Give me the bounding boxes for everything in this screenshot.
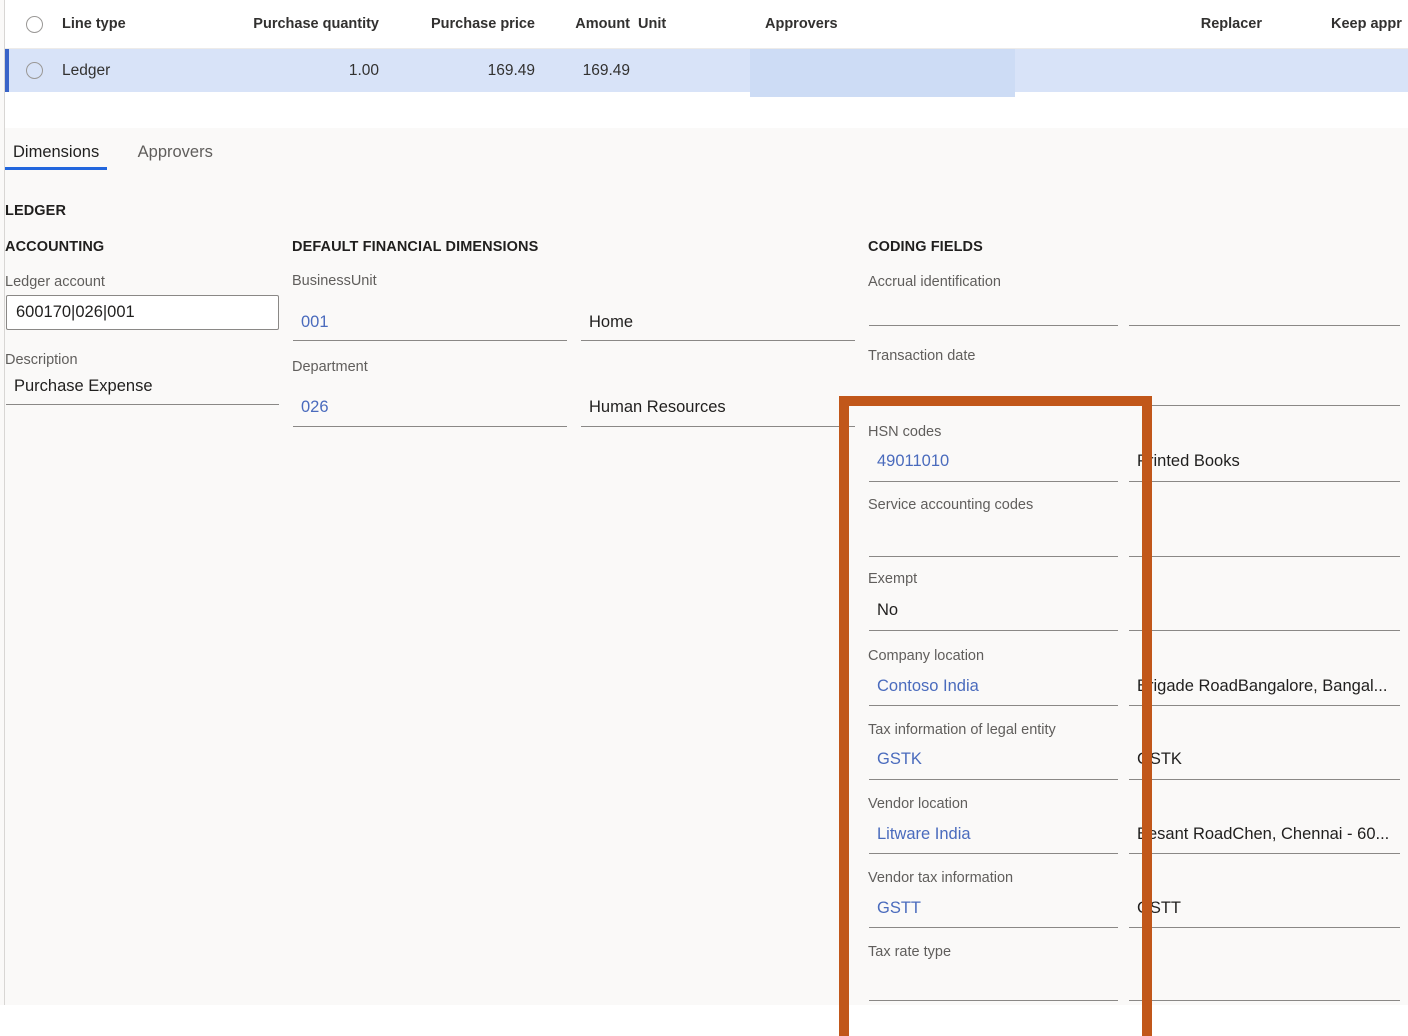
row-column-shade [750,49,1015,97]
transaction-date-secondary-underline [1129,405,1400,406]
label-tax-rate-type: Tax rate type [868,944,952,960]
cell-line-type[interactable]: Ledger [62,49,110,92]
description-value[interactable]: Purchase Expense [14,377,274,396]
company-location-value[interactable]: Contoso India [877,677,1109,696]
label-transaction-date: Transaction date [868,348,976,364]
column-header-keep-approver[interactable]: Keep appr [1331,0,1402,48]
column-header-purchase-quantity[interactable]: Purchase quantity [185,0,379,48]
column-header-approvers[interactable]: Approvers [765,0,838,48]
department-name-value[interactable]: Human Resources [589,398,844,417]
column-header-amount[interactable]: Amount [505,0,630,48]
cell-purchase-quantity[interactable]: 1.00 [185,49,379,92]
vendor-location-secondary-underline [1129,853,1400,854]
column-header-line-type[interactable]: Line type [62,0,126,48]
label-ledger-account: Ledger account [5,274,105,290]
hsn-codes-secondary-value[interactable]: Printed Books [1137,452,1399,471]
tax-information-of-legal-entity-secondary-underline [1129,779,1400,780]
businessunit-code-underline [293,340,567,341]
section-coding-fields-caption: CODING FIELDS [868,239,983,255]
department-name-underline [581,426,855,427]
tax-rate-type-secondary-underline [1129,1000,1400,1001]
transaction-date-underline [869,405,1118,406]
vendor-tax-information-underline [869,927,1118,928]
cell-replacer[interactable] [1155,49,1262,92]
exempt-secondary-underline [1129,630,1400,631]
label-department: Department [292,359,368,375]
vendor-location-underline [869,853,1118,854]
detail-tabstrip[interactable]: Dimensions Approvers [5,143,239,183]
vendor-tax-information-value[interactable]: GSTT [877,899,1109,918]
vendor-location-secondary-value[interactable]: Besant RoadChen, Chennai - 60... [1137,825,1405,844]
tax-information-of-legal-entity-value[interactable]: GSTK [877,750,1109,769]
label-description: Description [5,352,78,368]
record-caption-ledger: LEDGER [5,203,67,219]
label-vendor-location: Vendor location [868,796,968,812]
label-exempt: Exempt [868,571,918,587]
tax-information-of-legal-entity-underline [869,779,1118,780]
tax-rate-type-underline [869,1000,1118,1001]
hsn-codes-value[interactable]: 49011010 [877,452,1109,471]
section-default-financial-dimensions-caption: DEFAULT FINANCIAL DIMENSIONS [292,239,539,255]
exempt-value[interactable]: No [877,601,1109,620]
label-businessunit: BusinessUnit [292,273,377,289]
column-header-unit[interactable]: Unit [638,0,666,48]
exempt-underline [869,630,1118,631]
table-row[interactable]: Ledger 1.00 169.49 169.49 [5,49,1408,97]
department-code-underline [293,426,567,427]
row-select-radio-icon[interactable] [26,62,43,79]
label-service-accounting-codes: Service accounting codes [868,497,1034,513]
label-vendor-tax-information: Vendor tax information [868,870,1014,886]
department-code-value[interactable]: 026 [301,398,556,417]
tab-dimensions[interactable]: Dimensions [5,143,108,170]
vendor-location-value[interactable]: Litware India [877,825,1109,844]
tax-information-of-legal-entity-secondary-value[interactable]: GSTK [1137,750,1399,769]
row-selection-accent [5,49,9,92]
company-location-secondary-underline [1129,705,1400,706]
businessunit-code-value[interactable]: 001 [301,313,556,332]
tab-approvers[interactable]: Approvers [130,143,221,170]
hsn-codes-underline [869,481,1118,482]
cell-amount[interactable]: 169.49 [500,49,630,92]
purchase-order-line-details-page: Line type Purchase quantity Purchase pri… [0,0,1408,1036]
service-accounting-codes-secondary-underline [1129,556,1400,557]
purchase-lines-grid[interactable]: Line type Purchase quantity Purchase pri… [5,0,1408,128]
label-tax-information-of-legal-entity: Tax information of legal entity [868,722,1056,738]
businessunit-name-value[interactable]: Home [589,313,844,332]
accrual-identification-underline [869,325,1118,326]
vendor-tax-information-secondary-underline [1129,927,1400,928]
ledger-account-input[interactable]: 600170|026|001 [6,295,279,330]
label-hsn-codes: HSN codes [868,424,942,440]
businessunit-name-underline [581,340,855,341]
grid-header-row: Line type Purchase quantity Purchase pri… [5,0,1408,49]
hsn-codes-secondary-underline [1129,481,1400,482]
section-accounting-caption: ACCOUNTING [5,239,105,255]
highlight-rectangle-annotation [839,396,1152,1036]
service-accounting-codes-underline [869,556,1118,557]
label-accrual-identification: Accrual identification [868,274,1001,290]
accrual-identification-secondary-underline [1129,325,1400,326]
vendor-tax-information-secondary-value[interactable]: GSTT [1137,899,1399,918]
column-header-replacer[interactable]: Replacer [1155,0,1262,48]
company-location-secondary-value[interactable]: Brigade RoadBangalore, Bangal... [1137,677,1405,696]
company-location-underline [869,705,1118,706]
label-company-location: Company location [868,648,985,664]
description-underline [6,404,279,405]
select-all-radio-icon[interactable] [26,16,43,33]
